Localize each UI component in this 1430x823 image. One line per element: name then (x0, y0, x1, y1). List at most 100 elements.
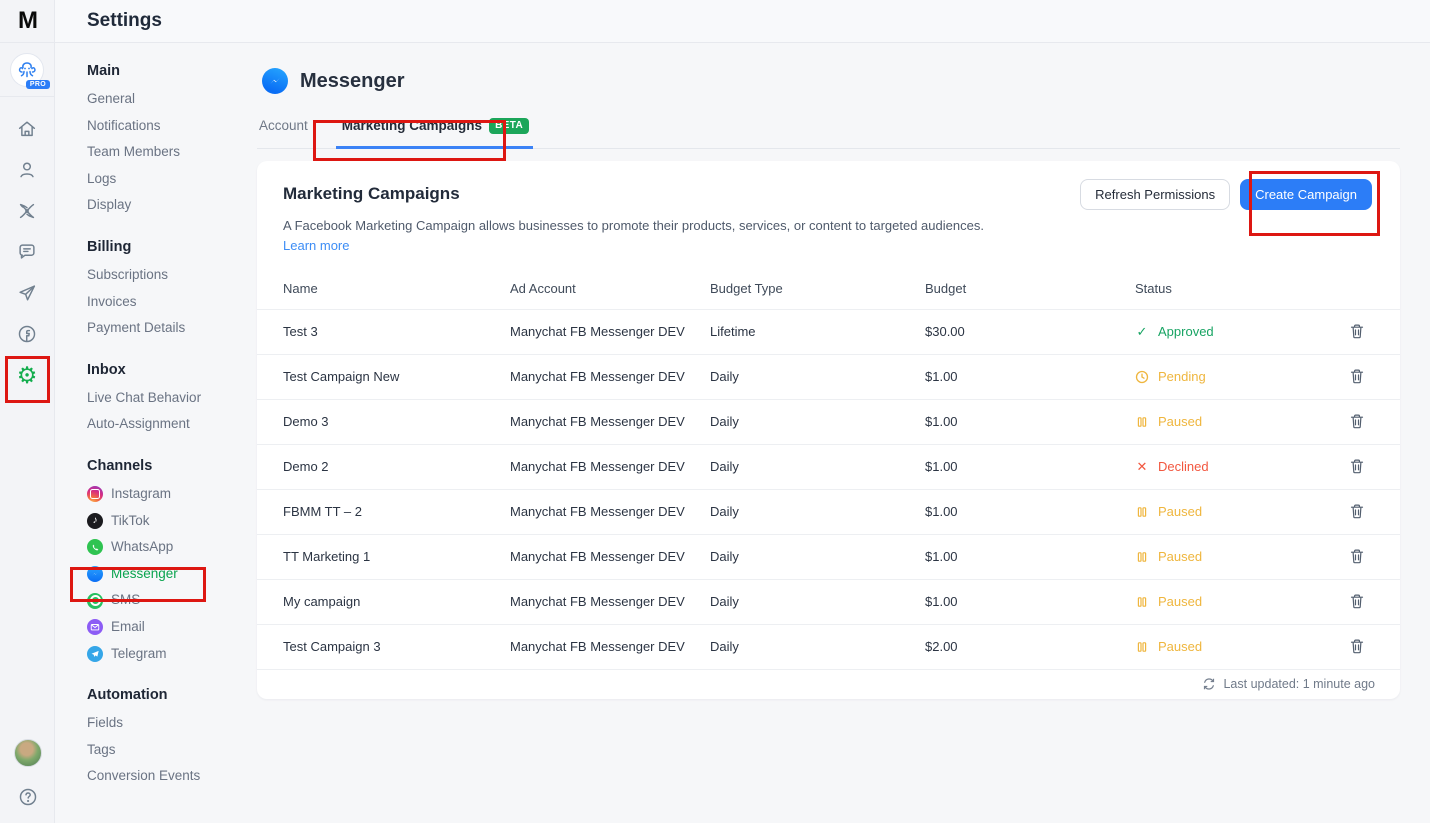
channel-label: WhatsApp (111, 534, 173, 561)
sms-icon (87, 593, 103, 609)
top-bar: Settings (55, 0, 1430, 43)
facebook-ads-icon[interactable] (15, 322, 39, 346)
table-footer: Last updated: 1 minute ago (257, 669, 1400, 699)
section-title-billing: Billing (87, 239, 257, 255)
sidebar-item-tags[interactable]: Tags (87, 737, 257, 764)
paused-icon (1135, 505, 1149, 519)
automation-icon[interactable] (15, 199, 39, 223)
channel-label: Email (111, 614, 145, 641)
cell-ad-account: Manychat FB Messenger DEV (510, 459, 710, 474)
manychat-logo[interactable]: M (0, 0, 54, 43)
cell-budget-type: Daily (710, 504, 925, 519)
delete-campaign-button[interactable] (1348, 413, 1366, 431)
paused-icon (1135, 595, 1149, 609)
tab-label: Marketing Campaigns (342, 118, 482, 133)
settings-gear-icon[interactable]: ⚙ (15, 363, 39, 387)
sidebar-item-logs[interactable]: Logs (87, 166, 257, 193)
sidebar-item-telegram[interactable]: Telegram (87, 641, 257, 668)
status-badge: Paused (1135, 504, 1348, 519)
nav-rail: M PRO ⚙ (0, 0, 55, 823)
delete-campaign-button[interactable] (1348, 323, 1366, 341)
sidebar-item-sms[interactable]: SMS (87, 587, 257, 614)
section-title-channels: Channels (87, 458, 257, 474)
learn-more-link[interactable]: Learn more (283, 238, 349, 253)
table-row: Demo 3 Manychat FB Messenger DEV Daily $… (257, 399, 1400, 444)
delete-campaign-button[interactable] (1348, 368, 1366, 386)
table-row: Demo 2 Manychat FB Messenger DEV Daily $… (257, 444, 1400, 489)
sidebar-item-notifications[interactable]: Notifications (87, 113, 257, 140)
sidebar-item-whatsapp[interactable]: WhatsApp (87, 534, 257, 561)
sidebar-item-general[interactable]: General (87, 86, 257, 113)
delete-campaign-button[interactable] (1348, 593, 1366, 611)
tab-account[interactable]: Account (259, 118, 308, 148)
channel-label: Telegram (111, 641, 167, 668)
sidebar-item-instagram[interactable]: Instagram (87, 481, 257, 508)
channel-label: TikTok (111, 508, 150, 535)
channel-label: SMS (111, 587, 140, 614)
declined-x-icon: ✕ (1135, 459, 1149, 475)
status-badge: ✕ Declined (1135, 459, 1348, 475)
sidebar-item-fields[interactable]: Fields (87, 710, 257, 737)
pro-badge: PRO (26, 80, 50, 89)
cell-ad-account: Manychat FB Messenger DEV (510, 324, 710, 339)
card-description: A Facebook Marketing Campaign allows bus… (283, 216, 1043, 236)
cell-budget: $1.00 (925, 549, 1135, 564)
col-budget-type: Budget Type (710, 281, 925, 296)
help-icon[interactable] (16, 785, 40, 809)
section-title-inbox: Inbox (87, 362, 257, 378)
delete-campaign-button[interactable] (1348, 503, 1366, 521)
approved-check-icon: ✓ (1135, 324, 1149, 340)
sidebar-item-invoices[interactable]: Invoices (87, 289, 257, 316)
delete-campaign-button[interactable] (1348, 458, 1366, 476)
cell-budget: $1.00 (925, 459, 1135, 474)
sidebar-item-conversion-events[interactable]: Conversion Events (87, 763, 257, 790)
live-chat-icon[interactable] (15, 240, 39, 264)
broadcasting-icon[interactable] (15, 281, 39, 305)
sidebar-item-email[interactable]: Email (87, 614, 257, 641)
sidebar-item-display[interactable]: Display (87, 192, 257, 219)
sidebar-item-tiktok[interactable]: ♪ TikTok (87, 508, 257, 535)
cell-name: Test Campaign New (283, 369, 510, 384)
cell-name: Demo 3 (283, 414, 510, 429)
cell-budget-type: Lifetime (710, 324, 925, 339)
table-row: My campaign Manychat FB Messenger DEV Da… (257, 579, 1400, 624)
cell-ad-account: Manychat FB Messenger DEV (510, 369, 710, 384)
user-avatar[interactable] (14, 739, 42, 767)
col-name: Name (283, 281, 510, 296)
status-badge: Paused (1135, 414, 1348, 429)
sidebar-item-payment-details[interactable]: Payment Details (87, 315, 257, 342)
sidebar-item-subscriptions[interactable]: Subscriptions (87, 262, 257, 289)
marketing-campaigns-card: Marketing Campaigns A Facebook Marketing… (257, 161, 1400, 699)
home-icon[interactable] (15, 117, 39, 141)
cell-budget: $1.00 (925, 504, 1135, 519)
paused-icon (1135, 415, 1149, 429)
cell-budget-type: Daily (710, 639, 925, 654)
octopus-logo-icon (16, 59, 38, 81)
tab-marketing-campaigns[interactable]: Marketing Campaigns BETA (336, 118, 533, 149)
delete-campaign-button[interactable] (1348, 548, 1366, 566)
messenger-page-icon (262, 68, 288, 94)
table-row: Test 3 Manychat FB Messenger DEV Lifetim… (257, 309, 1400, 354)
channel-label: Messenger (111, 561, 178, 588)
workspace-avatar-wrap[interactable]: PRO (0, 43, 54, 97)
col-budget: Budget (925, 281, 1135, 296)
refresh-icon[interactable] (1202, 677, 1216, 691)
section-title-main: Main (87, 63, 257, 79)
contacts-icon[interactable] (15, 158, 39, 182)
cell-ad-account: Manychat FB Messenger DEV (510, 504, 710, 519)
table-row: Test Campaign 3 Manychat FB Messenger DE… (257, 624, 1400, 669)
refresh-permissions-button[interactable]: Refresh Permissions (1080, 179, 1230, 210)
sidebar-item-team-members[interactable]: Team Members (87, 139, 257, 166)
cell-name: Test Campaign 3 (283, 639, 510, 654)
cell-name: My campaign (283, 594, 510, 609)
create-campaign-button[interactable]: Create Campaign (1240, 179, 1372, 210)
cell-name: FBMM TT – 2 (283, 504, 510, 519)
channel-page-title: Messenger (300, 70, 405, 93)
last-updated-text: Last updated: 1 minute ago (1223, 677, 1375, 691)
sidebar-item-live-chat-behavior[interactable]: Live Chat Behavior (87, 385, 257, 412)
sidebar-item-messenger[interactable]: Messenger (87, 561, 257, 588)
telegram-icon (87, 646, 103, 662)
delete-campaign-button[interactable] (1348, 638, 1366, 656)
settings-sidebar: Main General Notifications Team Members … (55, 43, 257, 810)
sidebar-item-auto-assignment[interactable]: Auto-Assignment (87, 411, 257, 438)
